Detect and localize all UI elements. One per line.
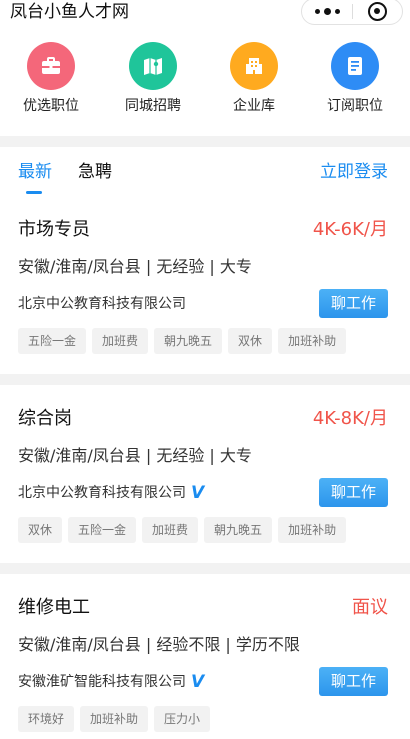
company-name: 北京中公教育科技有限公司 xyxy=(18,294,186,314)
nav-item-featured-jobs[interactable]: 优选职位 xyxy=(6,40,96,115)
job-tags: 环境好 加班补助 压力小 xyxy=(18,706,216,732)
quick-nav: 优选职位 同城招聘 企业库 订阅职位 xyxy=(0,40,410,130)
company-name-text: 北京中公教育科技有限公司 xyxy=(18,485,186,501)
tab-urgent[interactable]: 急聘 xyxy=(78,161,112,183)
chat-button[interactable]: 聊工作 xyxy=(319,667,388,696)
chat-button[interactable]: 聊工作 xyxy=(319,289,388,318)
job-tag: 加班补助 xyxy=(278,517,347,543)
job-tag: 朝九晚五 xyxy=(154,328,223,354)
job-location-requirements: 安徽/淮南/凤台县 | 经验不限 | 学历不限 xyxy=(18,635,300,654)
nav-item-company-library[interactable]: 企业库 xyxy=(209,40,299,115)
verified-v-icon: V xyxy=(191,483,205,503)
job-card[interactable]: 市场专员 4K-6K/月 安徽/淮南/凤台县 | 无经验 | 大专 北京中公教育… xyxy=(0,218,410,363)
job-tag: 压力小 xyxy=(154,706,211,732)
job-tag: 朝九晚五 xyxy=(204,517,273,543)
job-tag: 加班费 xyxy=(92,328,149,354)
job-salary: 4K-6K/月 xyxy=(312,219,388,240)
job-tag: 加班费 xyxy=(142,517,199,543)
job-tag: 双休 xyxy=(228,328,273,354)
nav-item-subscribe-jobs[interactable]: 订阅职位 xyxy=(310,40,400,115)
job-card[interactable]: 维修电工 面议 安徽/淮南/凤台县 | 经验不限 | 学历不限 安徽淮矿智能科技… xyxy=(0,596,410,739)
verified-v-icon: V xyxy=(191,672,205,692)
chat-button[interactable]: 聊工作 xyxy=(319,478,388,507)
app-title: 凤台小鱼人才网 xyxy=(10,2,129,22)
job-tags: 双休 五险一金 加班费 朝九晚五 加班补助 xyxy=(18,517,352,543)
job-salary: 4K-8K/月 xyxy=(312,408,388,429)
job-tags: 五险一金 加班费 朝九晚五 双休 加班补助 xyxy=(18,328,352,354)
card-divider xyxy=(0,563,410,574)
job-tag: 五险一金 xyxy=(68,517,137,543)
job-tag: 加班补助 xyxy=(80,706,149,732)
app-header: 凤台小鱼人才网 xyxy=(0,0,410,26)
job-location-requirements: 安徽/淮南/凤台县 | 无经验 | 大专 xyxy=(18,257,252,276)
nav-label: 同城招聘 xyxy=(125,98,181,114)
job-tag: 五险一金 xyxy=(18,328,87,354)
nav-label: 企业库 xyxy=(233,98,275,114)
job-location-requirements: 安徽/淮南/凤台县 | 无经验 | 大专 xyxy=(18,446,252,465)
building-icon xyxy=(230,42,278,90)
company-name-text: 安徽淮矿智能科技有限公司 xyxy=(18,674,186,690)
card-divider xyxy=(0,374,410,385)
job-salary: 面议 xyxy=(352,597,388,618)
tab-latest[interactable]: 最新 xyxy=(18,161,52,183)
active-tab-indicator xyxy=(26,191,42,194)
map-icon xyxy=(129,42,177,90)
job-tabs: 最新 急聘 立即登录 xyxy=(0,147,410,197)
company-name: 安徽淮矿智能科技有限公司 V xyxy=(18,672,204,692)
job-tag: 环境好 xyxy=(18,706,75,732)
mini-program-capsule xyxy=(301,0,403,25)
company-name: 北京中公教育科技有限公司 V xyxy=(18,483,204,503)
more-dots-icon[interactable] xyxy=(302,0,352,24)
document-icon xyxy=(331,42,379,90)
capsule-divider xyxy=(352,4,353,19)
section-divider xyxy=(0,136,410,147)
target-circle-icon[interactable] xyxy=(368,2,387,21)
company-name-text: 北京中公教育科技有限公司 xyxy=(18,296,186,312)
nav-item-local-jobs[interactable]: 同城招聘 xyxy=(108,40,198,115)
job-tag: 加班补助 xyxy=(278,328,347,354)
briefcase-icon xyxy=(27,42,75,90)
job-title: 市场专员 xyxy=(18,219,90,240)
job-title: 维修电工 xyxy=(18,597,90,618)
nav-label: 订阅职位 xyxy=(327,98,383,114)
job-card[interactable]: 综合岗 4K-8K/月 安徽/淮南/凤台县 | 无经验 | 大专 北京中公教育科… xyxy=(0,407,410,552)
job-title: 综合岗 xyxy=(18,408,72,429)
nav-label: 优选职位 xyxy=(23,98,79,114)
login-link[interactable]: 立即登录 xyxy=(320,161,388,183)
job-tag: 双休 xyxy=(18,517,63,543)
